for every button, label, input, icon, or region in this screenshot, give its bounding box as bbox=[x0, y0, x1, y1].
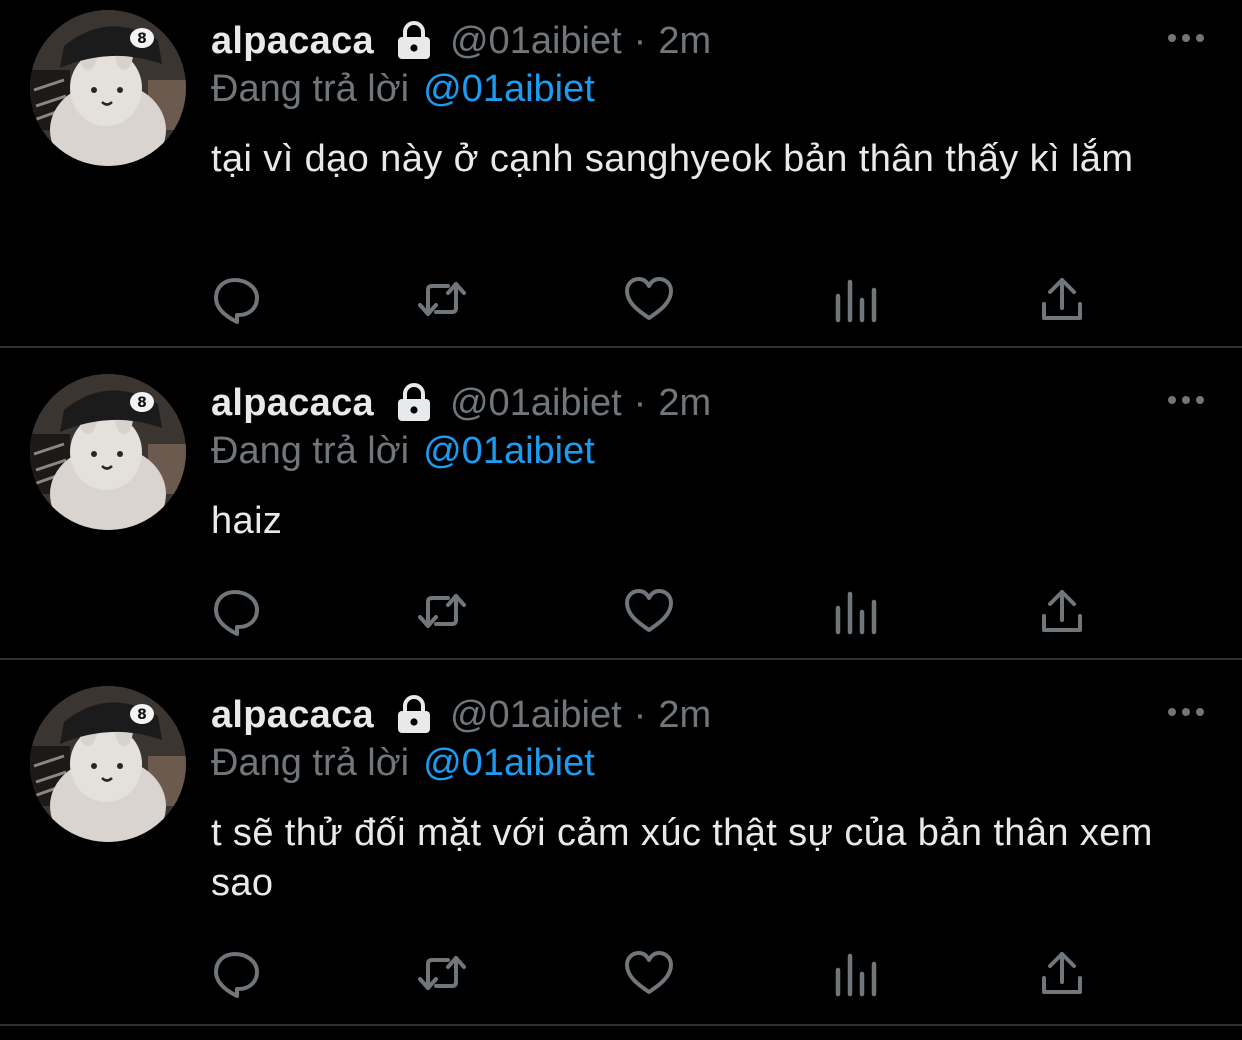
separator: · bbox=[633, 19, 647, 62]
views-button[interactable] bbox=[830, 274, 882, 324]
retweet-button[interactable] bbox=[416, 274, 468, 324]
retweet-button[interactable] bbox=[416, 586, 468, 636]
tweet[interactable]: alpacaca @01aibiet · 2m Đang trả lời @01a… bbox=[0, 660, 1242, 1026]
bar-chart-icon bbox=[830, 274, 882, 324]
reply-button[interactable] bbox=[211, 274, 263, 324]
tweet[interactable]: alpacaca @01aibiet · 2m Đang trả lời @01a… bbox=[0, 0, 1242, 348]
retweet-icon bbox=[416, 948, 468, 998]
like-button[interactable] bbox=[623, 274, 675, 324]
reply-mention-link[interactable]: @01aibiet bbox=[423, 742, 595, 784]
timestamp[interactable]: 2m bbox=[658, 382, 711, 425]
lock-icon bbox=[392, 19, 436, 63]
tweet-header: alpacaca @01aibiet · 2m bbox=[211, 378, 711, 428]
replying-to: Đang trả lời @01aibiet bbox=[211, 742, 595, 785]
user-handle[interactable]: @01aibiet bbox=[450, 20, 622, 63]
tweet-text: tại vì dạo này ở cạnh sanghyeok bản thân… bbox=[211, 138, 1134, 180]
share-button[interactable] bbox=[1036, 586, 1088, 636]
timestamp[interactable]: 2m bbox=[658, 20, 711, 63]
lock-icon bbox=[392, 381, 436, 425]
avatar[interactable] bbox=[30, 374, 186, 530]
views-button[interactable] bbox=[830, 586, 882, 636]
more-horizontal-icon[interactable] bbox=[1166, 706, 1206, 718]
separator: · bbox=[633, 693, 647, 736]
lock-icon bbox=[392, 693, 436, 737]
replying-to: Đang trả lời @01aibiet bbox=[211, 430, 595, 473]
tweet-text: haiz bbox=[211, 500, 283, 542]
action-bar bbox=[211, 948, 1091, 998]
display-name[interactable]: alpacaca bbox=[211, 694, 374, 737]
user-handle[interactable]: @01aibiet bbox=[450, 382, 622, 425]
share-upload-icon bbox=[1036, 948, 1088, 998]
tweet-header: alpacaca @01aibiet · 2m bbox=[211, 16, 711, 66]
bar-chart-icon bbox=[830, 948, 882, 998]
views-button[interactable] bbox=[830, 948, 882, 998]
action-bar bbox=[211, 586, 1091, 636]
like-button[interactable] bbox=[623, 586, 675, 636]
heart-icon bbox=[623, 948, 675, 998]
share-button[interactable] bbox=[1036, 274, 1088, 324]
like-button[interactable] bbox=[623, 948, 675, 998]
reply-button[interactable] bbox=[211, 586, 263, 636]
separator: · bbox=[633, 381, 647, 424]
user-handle[interactable]: @01aibiet bbox=[450, 694, 622, 737]
reply-bubble-icon bbox=[211, 586, 263, 636]
reply-mention-link[interactable]: @01aibiet bbox=[423, 68, 595, 110]
share-upload-icon bbox=[1036, 586, 1088, 636]
tweet[interactable]: alpacaca @01aibiet · 2m Đang trả lời @01a… bbox=[0, 348, 1242, 660]
display-name[interactable]: alpacaca bbox=[211, 382, 374, 425]
replying-to-label: Đang trả lời bbox=[211, 742, 410, 784]
more-horizontal-icon[interactable] bbox=[1166, 32, 1206, 44]
replying-to: Đang trả lời @01aibiet bbox=[211, 68, 595, 111]
tweet-text: t sẽ thử đối mặt với cảm xúc thật sự của… bbox=[211, 812, 1153, 904]
share-upload-icon bbox=[1036, 274, 1088, 324]
reply-button[interactable] bbox=[211, 948, 263, 998]
reply-mention-link[interactable]: @01aibiet bbox=[423, 430, 595, 472]
display-name[interactable]: alpacaca bbox=[211, 20, 374, 63]
more-horizontal-icon[interactable] bbox=[1166, 394, 1206, 406]
share-button[interactable] bbox=[1036, 948, 1088, 998]
reply-bubble-icon bbox=[211, 274, 263, 324]
avatar[interactable] bbox=[30, 10, 186, 166]
heart-icon bbox=[623, 274, 675, 324]
bar-chart-icon bbox=[830, 586, 882, 636]
retweet-icon bbox=[416, 586, 468, 636]
heart-icon bbox=[623, 586, 675, 636]
reply-bubble-icon bbox=[211, 948, 263, 998]
action-bar bbox=[211, 274, 1091, 324]
replying-to-label: Đang trả lời bbox=[211, 430, 410, 472]
avatar[interactable] bbox=[30, 686, 186, 842]
timestamp[interactable]: 2m bbox=[658, 694, 711, 737]
retweet-button[interactable] bbox=[416, 948, 468, 998]
tweet-header: alpacaca @01aibiet · 2m bbox=[211, 690, 711, 740]
replying-to-label: Đang trả lời bbox=[211, 68, 410, 110]
retweet-icon bbox=[416, 274, 468, 324]
